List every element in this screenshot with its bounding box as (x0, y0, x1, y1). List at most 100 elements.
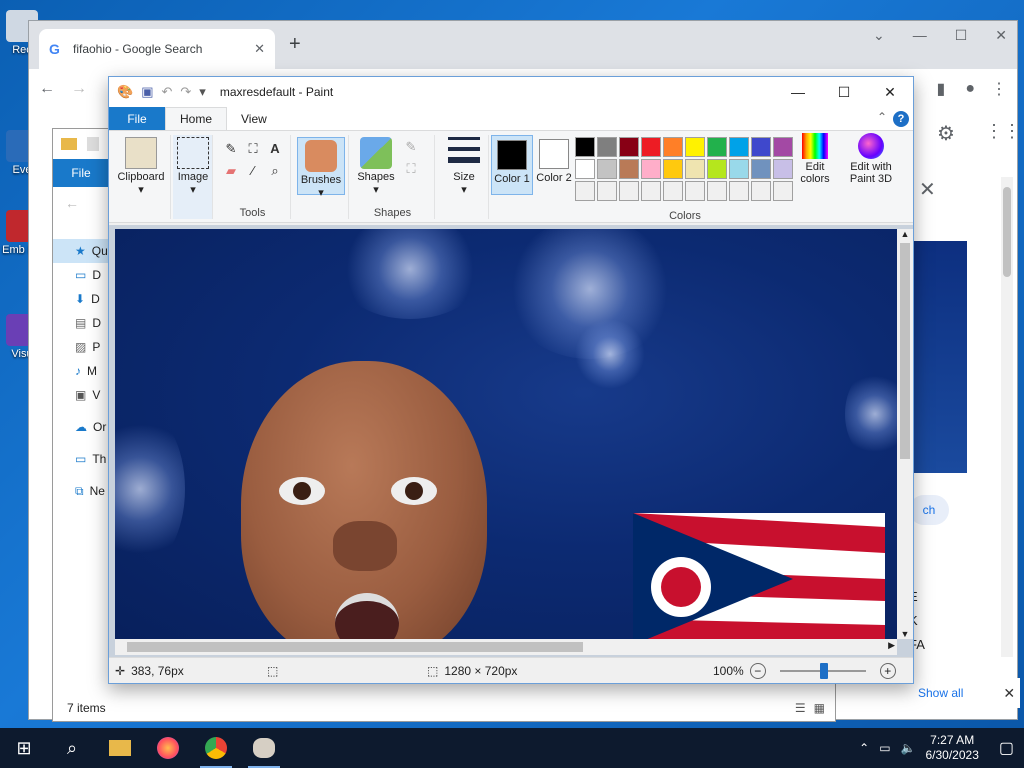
close-tab-icon[interactable]: ✕ (254, 41, 265, 57)
palette-swatch[interactable] (641, 159, 661, 179)
palette-swatch[interactable] (597, 181, 617, 201)
palette-swatch[interactable] (663, 181, 683, 201)
tab-home[interactable]: Home (165, 107, 228, 130)
palette-swatch[interactable] (707, 159, 727, 179)
palette-swatch[interactable] (597, 137, 617, 157)
undo-icon[interactable]: ↶ (161, 84, 172, 100)
close-icon[interactable]: ✕ (1003, 685, 1015, 702)
horizontal-scrollbar[interactable]: ▶ (115, 639, 897, 655)
minimize-button[interactable]: — (775, 77, 821, 107)
nav-item-videos[interactable]: ▣ V (53, 383, 113, 407)
maximize-button[interactable]: ☐ (821, 77, 867, 107)
collapse-ribbon-icon[interactable]: ⌃ (877, 110, 887, 124)
close-button[interactable]: ✕ (867, 77, 913, 107)
outline-icon[interactable]: ✎ (403, 139, 419, 155)
text-icon[interactable]: A (267, 141, 283, 157)
palette-swatch[interactable] (751, 181, 771, 201)
redo-icon[interactable]: ↷ (180, 84, 191, 100)
network-icon[interactable]: ▭ (879, 741, 890, 755)
palette-swatch[interactable] (773, 137, 793, 157)
tab-view[interactable]: View (227, 107, 281, 130)
nav-item-desktop[interactable]: ▭ D (53, 263, 113, 287)
palette-swatch[interactable] (685, 159, 705, 179)
palette-swatch[interactable] (751, 159, 771, 179)
clock[interactable]: 7:27 AM 6/30/2023 (925, 733, 978, 763)
palette-swatch[interactable] (685, 137, 705, 157)
image-button[interactable]: Image ▾ (175, 137, 211, 196)
fill-style-icon[interactable]: ⛶ (403, 161, 419, 177)
search-chip[interactable]: ch (909, 495, 949, 525)
palette-swatch[interactable] (663, 159, 683, 179)
search-button[interactable]: ⌕ (48, 728, 96, 768)
settings-icon[interactable]: ⚙ (937, 121, 955, 146)
palette-swatch[interactable] (729, 137, 749, 157)
magnifier-icon[interactable]: ⌕ (267, 163, 283, 179)
customize-qa-icon[interactable]: ▾ (199, 84, 206, 100)
color1-button[interactable]: Color 1 (491, 135, 533, 195)
chevron-up-icon[interactable]: ⌃ (859, 741, 869, 755)
nav-item-downloads[interactable]: ⬇ D (53, 287, 113, 311)
taskbar-chrome[interactable] (192, 728, 240, 768)
palette-swatch[interactable] (707, 181, 727, 201)
zoom-out-button[interactable]: − (749, 662, 766, 679)
size-button[interactable]: Size ▾ (443, 137, 485, 196)
palette-swatch[interactable] (773, 181, 793, 201)
show-all-link[interactable]: Show all (918, 686, 963, 700)
nav-item-this-pc[interactable]: ▭ Th (53, 447, 113, 471)
forward-icon[interactable]: → (71, 80, 87, 98)
tiles-view-icon[interactable]: ▦ (814, 701, 825, 715)
new-tab-button[interactable]: + (289, 33, 301, 56)
eraser-icon[interactable]: ▰ (223, 163, 239, 179)
scroll-thumb[interactable] (1003, 187, 1011, 277)
shapes-button[interactable]: Shapes ▾ (353, 137, 399, 196)
taskbar-file-explorer[interactable] (96, 728, 144, 768)
color-picker-icon[interactable]: ⁄ (245, 163, 261, 179)
palette-swatch[interactable] (707, 137, 727, 157)
menu-icon[interactable]: ⋮ (991, 79, 1007, 99)
scroll-down-icon[interactable]: ▼ (897, 629, 913, 639)
help-button[interactable]: ? (893, 111, 909, 127)
start-button[interactable]: ⊞ (0, 728, 48, 768)
minimize-icon[interactable]: — (913, 27, 927, 44)
back-icon[interactable]: ← (65, 195, 79, 211)
pencil-icon[interactable]: ✎ (223, 141, 239, 157)
explorer-file-tab[interactable]: File (53, 159, 109, 187)
palette-swatch[interactable] (751, 137, 771, 157)
palette-swatch[interactable] (619, 137, 639, 157)
palette-swatch[interactable] (619, 181, 639, 201)
palette-swatch[interactable] (773, 159, 793, 179)
zoom-in-button[interactable]: + (879, 662, 896, 679)
chrome-scrollbar[interactable] (1001, 177, 1013, 657)
edit-paint3d-button[interactable]: Edit with Paint 3D (843, 133, 899, 185)
color2-button[interactable]: Color 2 (535, 135, 573, 195)
image-canvas[interactable] (115, 229, 897, 639)
scroll-thumb[interactable] (127, 642, 583, 652)
notifications-icon[interactable]: ▢ (999, 738, 1014, 758)
nav-item-music[interactable]: ♪ M (53, 359, 113, 383)
palette-swatch[interactable] (729, 159, 749, 179)
brushes-button[interactable]: Brushes ▾ (297, 137, 345, 199)
fill-icon[interactable]: ⛶ (245, 141, 261, 157)
chevron-down-icon[interactable]: ⌄ (873, 27, 885, 44)
vertical-scrollbar[interactable]: ▲ ▼ (897, 229, 913, 639)
details-view-icon[interactable]: ☰ (795, 701, 806, 715)
scroll-thumb[interactable] (900, 243, 910, 459)
back-icon[interactable]: ← (39, 80, 55, 98)
scroll-right-icon[interactable]: ▶ (888, 640, 895, 651)
nav-item-pictures[interactable]: ▨ P (53, 335, 113, 359)
profile-icon[interactable]: ● (965, 80, 975, 98)
nav-item-onedrive[interactable]: ☁ Or (53, 415, 113, 439)
edit-colors-button[interactable]: Edit colors (797, 133, 833, 185)
palette-swatch[interactable] (575, 159, 595, 179)
nav-item-network[interactable]: ⧉ Ne (53, 479, 113, 503)
nav-item-documents[interactable]: ▤ D (53, 311, 113, 335)
clipboard-button[interactable]: Clipboard ▾ (115, 137, 167, 196)
chrome-tab[interactable]: G fifaohio - Google Search ✕ (39, 29, 275, 69)
palette-swatch[interactable] (685, 181, 705, 201)
palette-swatch[interactable] (663, 137, 683, 157)
tab-file[interactable]: File (109, 107, 165, 130)
palette-swatch[interactable] (597, 159, 617, 179)
palette-swatch[interactable] (641, 181, 661, 201)
scroll-up-icon[interactable]: ▲ (897, 229, 913, 239)
close-panel-icon[interactable]: ✕ (919, 177, 936, 202)
